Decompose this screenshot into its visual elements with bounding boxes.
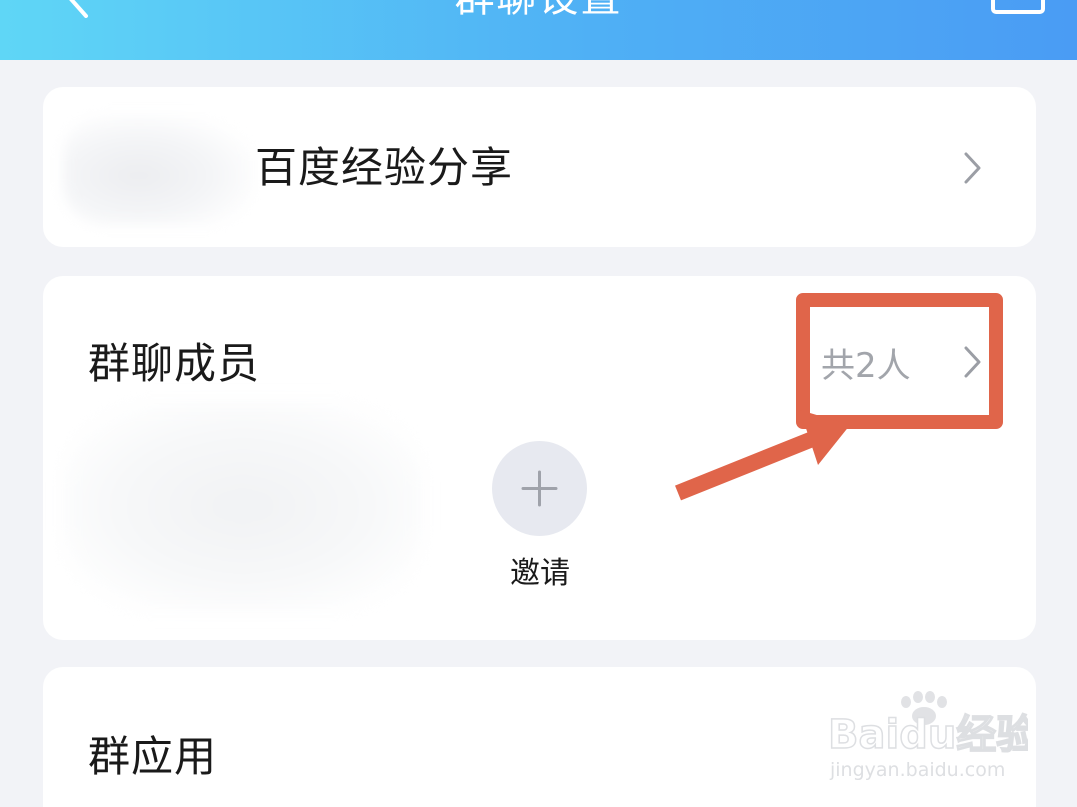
group-members-card: 群聊成员 共2人 邀请 <box>43 276 1036 640</box>
top-bar: 群聊设置 <box>0 0 1077 60</box>
more-options-icon[interactable] <box>990 0 1046 16</box>
chevron-right-icon <box>964 152 981 184</box>
chevron-right-icon[interactable] <box>961 344 985 380</box>
invite-button[interactable] <box>492 441 587 536</box>
plus-icon <box>521 470 558 507</box>
watermark-url: jingyan.baidu.com <box>829 759 1005 781</box>
group-chat-settings-page: 群聊设置 百度经验分享 群聊成员 共2人 邀请 群应用 <box>0 0 1077 807</box>
member-avatar-list <box>63 401 423 611</box>
group-avatar <box>63 115 253 225</box>
baidu-jingyan-watermark: Baidu经验 jingyan.baidu.com <box>828 691 1028 781</box>
invite-label: 邀请 <box>510 556 570 591</box>
watermark-brand: Baidu经验 <box>828 712 1028 758</box>
members-count-link[interactable]: 共2人 <box>821 344 911 388</box>
page-title: 群聊设置 <box>0 0 1077 22</box>
apps-section-title: 群应用 <box>88 732 218 781</box>
members-section-title: 群聊成员 <box>88 339 261 388</box>
group-name: 百度经验分享 <box>255 143 514 192</box>
group-info-card[interactable]: 百度经验分享 <box>43 87 1036 247</box>
